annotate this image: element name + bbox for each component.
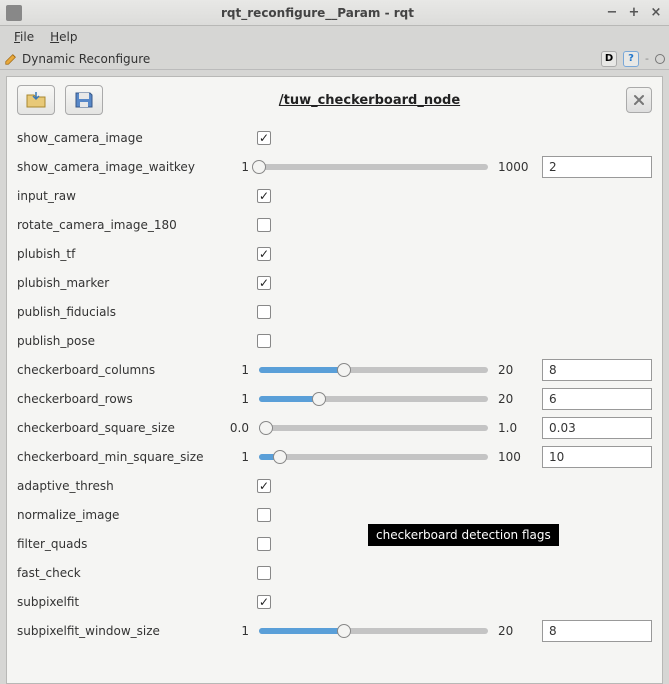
menu-file[interactable]: File (8, 28, 40, 46)
tab-label[interactable]: Dynamic Reconfigure (22, 52, 601, 66)
param-label: subpixelfit_window_size (17, 624, 227, 638)
param-label: publish_pose (17, 334, 227, 348)
panel-close-button[interactable] (626, 87, 652, 113)
param-row-checkerboard_rows: checkerboard_rows1 20 (17, 384, 652, 413)
param-row-show_camera_image_waitkey: show_camera_image_waitkey1 1000 (17, 152, 652, 181)
edit-icon (4, 52, 18, 66)
save-config-button[interactable] (65, 85, 103, 115)
checkbox-publish_pose[interactable] (257, 334, 271, 348)
value-input-subpixelfit_window_size[interactable] (542, 620, 652, 642)
value-input-checkerboard_columns[interactable] (542, 359, 652, 381)
checkbox-fast_check[interactable] (257, 566, 271, 580)
slider-min-label: 1 (227, 450, 249, 464)
dock-button[interactable]: D (601, 51, 617, 67)
checkbox-plubish_marker[interactable] (257, 276, 271, 290)
checkbox-subpixelfit[interactable] (257, 595, 271, 609)
param-row-checkerboard_columns: checkerboard_columns1 20 (17, 355, 652, 384)
slider-thumb[interactable] (259, 421, 273, 435)
param-label: filter_quads (17, 537, 227, 551)
slider-thumb[interactable] (337, 624, 351, 638)
slider-checkerboard_min_square_size[interactable] (259, 454, 488, 460)
slider-thumb[interactable] (312, 392, 326, 406)
param-label: show_camera_image (17, 131, 227, 145)
detach-icon[interactable] (655, 54, 665, 64)
minimize-button[interactable]: − (605, 6, 619, 20)
slider-max-label: 1.0 (498, 421, 532, 435)
param-label: show_camera_image_waitkey (17, 160, 227, 174)
slider-checkerboard_columns[interactable] (259, 367, 488, 373)
param-label: checkerboard_min_square_size (17, 450, 227, 464)
param-label: fast_check (17, 566, 227, 580)
checkbox-show_camera_image[interactable] (257, 131, 271, 145)
slider-thumb[interactable] (273, 450, 287, 464)
slider-max-label: 20 (498, 392, 532, 406)
load-config-button[interactable] (17, 85, 55, 115)
separator-dash: - (645, 52, 649, 65)
checkbox-adaptive_thresh[interactable] (257, 479, 271, 493)
help-button[interactable]: ? (623, 51, 639, 67)
param-row-subpixelfit: subpixelfit (17, 587, 652, 616)
param-row-input_raw: input_raw (17, 181, 652, 210)
close-window-button[interactable]: × (649, 6, 663, 20)
param-row-subpixelfit_window_size: subpixelfit_window_size1 20 (17, 616, 652, 645)
slider-min-label: 1 (227, 392, 249, 406)
slider-max-label: 100 (498, 450, 532, 464)
checkbox-rotate_camera_image_180[interactable] (257, 218, 271, 232)
window-title: rqt_reconfigure__Param - rqt (30, 6, 605, 20)
slider-min-label: 1 (227, 363, 249, 377)
param-label: normalize_image (17, 508, 227, 522)
param-row-rotate_camera_image_180: rotate_camera_image_180 (17, 210, 652, 239)
param-row-publish_fiducials: publish_fiducials (17, 297, 652, 326)
value-input-checkerboard_rows[interactable] (542, 388, 652, 410)
value-input-show_camera_image_waitkey[interactable] (542, 156, 652, 178)
checkbox-publish_fiducials[interactable] (257, 305, 271, 319)
menubar: File Help (0, 26, 669, 48)
slider-min-label: 0.0 (227, 421, 249, 435)
slider-max-label: 1000 (498, 160, 532, 174)
checkbox-filter_quads[interactable] (257, 537, 271, 551)
slider-checkerboard_square_size[interactable] (259, 425, 488, 431)
slider-thumb[interactable] (252, 160, 266, 174)
window-titlebar: rqt_reconfigure__Param - rqt − + × (0, 0, 669, 26)
panel-title: /tuw_checkerboard_node (113, 93, 626, 108)
param-row-fast_check: fast_check (17, 558, 652, 587)
param-row-checkerboard_square_size: checkerboard_square_size0.0 1.0 (17, 413, 652, 442)
param-row-adaptive_thresh: adaptive_thresh (17, 471, 652, 500)
slider-subpixelfit_window_size[interactable] (259, 628, 488, 634)
checkbox-input_raw[interactable] (257, 189, 271, 203)
checkbox-normalize_image[interactable] (257, 508, 271, 522)
tooltip: checkerboard detection flags (368, 524, 559, 546)
menu-help[interactable]: Help (44, 28, 83, 46)
slider-min-label: 1 (227, 160, 249, 174)
slider-max-label: 20 (498, 624, 532, 638)
maximize-button[interactable]: + (627, 6, 641, 20)
checkbox-plubish_tf[interactable] (257, 247, 271, 261)
param-label: publish_fiducials (17, 305, 227, 319)
param-row-plubish_marker: plubish_marker (17, 268, 652, 297)
app-icon (6, 5, 22, 21)
tabbar: Dynamic Reconfigure D ? - (0, 48, 669, 70)
param-label: plubish_tf (17, 247, 227, 261)
slider-thumb[interactable] (337, 363, 351, 377)
slider-show_camera_image_waitkey[interactable] (259, 164, 488, 170)
param-list: show_camera_image show_camera_image_waitk… (17, 123, 652, 645)
param-label: rotate_camera_image_180 (17, 218, 227, 232)
param-label: subpixelfit (17, 595, 227, 609)
slider-min-label: 1 (227, 624, 249, 638)
param-row-checkerboard_min_square_size: checkerboard_min_square_size1 100 (17, 442, 652, 471)
param-panel: /tuw_checkerboard_node show_camera_image… (6, 76, 663, 684)
param-row-publish_pose: publish_pose (17, 326, 652, 355)
param-label: checkerboard_square_size (17, 421, 227, 435)
param-label: checkerboard_columns (17, 363, 227, 377)
slider-max-label: 20 (498, 363, 532, 377)
param-label: adaptive_thresh (17, 479, 227, 493)
param-label: checkerboard_rows (17, 392, 227, 406)
param-label: plubish_marker (17, 276, 227, 290)
param-label: input_raw (17, 189, 227, 203)
value-input-checkerboard_square_size[interactable] (542, 417, 652, 439)
slider-checkerboard_rows[interactable] (259, 396, 488, 402)
param-row-show_camera_image: show_camera_image (17, 123, 652, 152)
param-row-plubish_tf: plubish_tf (17, 239, 652, 268)
value-input-checkerboard_min_square_size[interactable] (542, 446, 652, 468)
